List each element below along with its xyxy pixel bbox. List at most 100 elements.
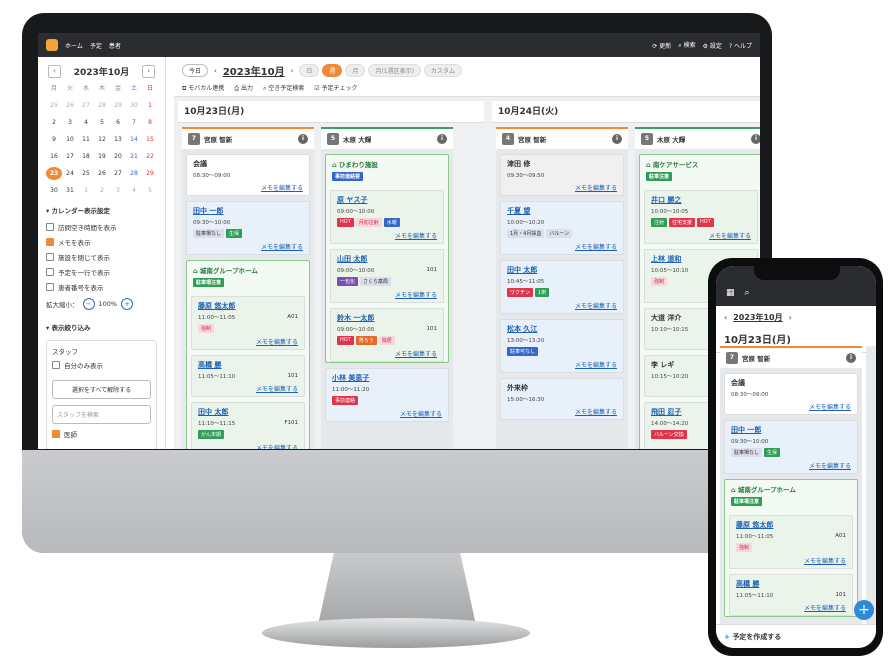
calendar-day[interactable]: 12 [94, 133, 110, 146]
facility-name[interactable]: 城南グループホーム [200, 267, 258, 275]
current-month[interactable]: 2023年10月 [223, 63, 285, 78]
patient-name[interactable]: 藤原 悠太郎 [736, 520, 846, 530]
view-option[interactable]: 週 [322, 64, 343, 77]
nav-schedule[interactable]: 予定 [90, 41, 102, 50]
next-button[interactable]: › [789, 313, 792, 322]
edit-memo-link[interactable]: メモを編集する [736, 603, 846, 612]
calendar-day[interactable]: 30 [46, 184, 62, 197]
calendar-day[interactable]: 29 [110, 99, 126, 112]
prev-month-button[interactable]: ‹ [48, 65, 61, 78]
info-icon[interactable]: i [846, 353, 856, 363]
info-icon[interactable]: i [612, 134, 622, 144]
info-icon[interactable]: i [298, 134, 308, 144]
schedule-card[interactable]: 津田 修 09:30〜09:50 メモを編集する [500, 154, 624, 196]
calendar-day[interactable]: 27 [110, 167, 126, 180]
patient-name[interactable]: 田中 太郎 [507, 265, 617, 275]
view-option[interactable]: 月(1週区表示) [368, 64, 421, 77]
deselect-all-button[interactable]: 選択をすべて解除する [52, 380, 151, 399]
schedule-card[interactable]: 田中 太郎 10:45〜11:05 ワクチン 1剤 メモを編集する [500, 260, 624, 314]
calendar-day[interactable]: 9 [46, 133, 62, 146]
edit-memo-link[interactable]: メモを編集する [198, 443, 298, 449]
prev-button[interactable]: ‹ [214, 67, 217, 75]
patient-name[interactable]: 田中 太郎 [198, 407, 298, 417]
schedule-card[interactable]: 高橋 勝 11:05〜11:10 101 メモを編集する [191, 355, 305, 397]
edit-memo-link[interactable]: メモを編集する [731, 461, 851, 470]
calendar-day[interactable]: 29 [142, 167, 158, 180]
schedule-card[interactable]: 原 ヤス子 09:00〜10:00 HOT 月初注射 水曜 メモを編集する [330, 190, 444, 244]
calendar-day[interactable]: 26 [94, 167, 110, 180]
search-button[interactable]: ⌕ 検索 [678, 40, 695, 50]
schedule-card[interactable]: 松本 久江 13:00〜13:20 駐車可なし メモを編集する [500, 319, 624, 373]
schedule-card[interactable]: 田中 一郎 09:30〜10:00 駐車場なし 生保 メモを編集する [186, 201, 310, 255]
patient-name[interactable]: 原 ヤス子 [337, 195, 437, 205]
edit-memo-link[interactable]: メモを編集する [736, 556, 846, 565]
schedule-card[interactable]: 鈴木 一太郎 09:00〜10:00 101 HOT 胃ろう 独居 メモを編集する [330, 308, 444, 362]
calendar-day[interactable]: 25 [78, 167, 94, 180]
schedule-card[interactable]: 小林 美恵子 11:00〜11:20 事前連絡 メモを編集する [325, 368, 449, 422]
schedule-card[interactable]: 会議 08:30〜09:00 メモを編集する [724, 373, 858, 415]
calendar-day[interactable]: 4 [126, 184, 142, 197]
patient-name[interactable]: 小林 美恵子 [332, 373, 442, 383]
prev-button[interactable]: ‹ [724, 313, 727, 322]
patient-name[interactable]: 会議 [731, 378, 851, 388]
info-icon[interactable]: i [437, 134, 447, 144]
schedule-card[interactable]: 藤原 悠太郎 11:00〜11:05 A01 強制 メモを編集する [191, 296, 305, 350]
edit-memo-link[interactable]: メモを編集する [731, 402, 851, 411]
calendar-day[interactable]: 16 [46, 150, 62, 163]
action-button[interactable]: ☑ 予定チェック [314, 83, 357, 93]
next-month-button[interactable]: › [141, 65, 155, 78]
action-button[interactable]: ⧉ モバカル連携 [182, 83, 224, 93]
nav-home[interactable]: ホーム [65, 41, 83, 50]
schedule-card[interactable]: 外来枠 15:00〜16:30 メモを編集する [500, 378, 624, 420]
edit-memo-link[interactable]: メモを編集する [507, 242, 617, 251]
facility-name[interactable]: ひまわり施設 [339, 161, 378, 169]
calendar-day[interactable]: 3 [110, 184, 126, 197]
patient-name[interactable]: 千夏 望 [507, 206, 617, 216]
patient-name[interactable]: 井口 勝之 [651, 195, 751, 205]
nav-patients[interactable]: 患者 [109, 41, 121, 50]
calendar-day[interactable]: 3 [62, 116, 78, 129]
calendar-day[interactable]: 1 [142, 99, 158, 112]
only-self-checkbox[interactable]: 自分のみ表示 [52, 356, 151, 374]
edit-memo-link[interactable]: メモを編集する [507, 183, 617, 192]
calendar-day[interactable]: 2 [94, 184, 110, 197]
calendar-day[interactable]: 14 [126, 133, 142, 146]
add-fab-button[interactable]: + [854, 600, 874, 620]
calendar-day[interactable]: 31 [62, 184, 78, 197]
edit-memo-link[interactable]: メモを編集する [337, 290, 437, 299]
calendar-day[interactable]: 28 [126, 167, 142, 180]
edit-memo-link[interactable]: メモを編集する [507, 301, 617, 310]
calendar-day[interactable]: 19 [94, 150, 110, 163]
edit-memo-link[interactable]: メモを編集する [198, 384, 298, 393]
patient-name[interactable]: 松本 久江 [507, 324, 617, 334]
patient-name[interactable]: 高橋 勝 [198, 360, 298, 370]
calendar-day[interactable]: 7 [126, 116, 142, 129]
patient-name[interactable]: 田中 一郎 [193, 206, 303, 216]
settings-option[interactable]: 訪問空き時間を表示 [38, 219, 165, 234]
edit-memo-link[interactable]: メモを編集する [332, 409, 442, 418]
calendar-day[interactable]: 17 [62, 150, 78, 163]
schedule-card[interactable]: 千夏 望 10:00〜10:20 1月・4月採血 バルーン メモを編集する [500, 201, 624, 255]
search-icon[interactable]: ⌕ [745, 288, 750, 298]
schedule-card[interactable]: 田中 一郎 09:30〜10:00 駐車場なし 生保 メモを編集する [724, 420, 858, 474]
calendar-day[interactable]: 2 [46, 116, 62, 129]
calendar-day[interactable]: 15 [142, 133, 158, 146]
calendar-icon[interactable]: ▦ [726, 288, 735, 298]
calendar-day[interactable]: 13 [110, 133, 126, 146]
calendar-day[interactable]: 5 [94, 116, 110, 129]
calendar-day[interactable]: 28 [94, 99, 110, 112]
calendar-day[interactable]: 20 [110, 150, 126, 163]
calendar-day[interactable]: 18 [78, 150, 94, 163]
calendar-day[interactable]: 27 [78, 99, 94, 112]
action-button[interactable]: ⎙ 出力 [234, 83, 253, 93]
app-logo-icon[interactable] [46, 39, 58, 51]
calendar-day[interactable]: 25 [46, 99, 62, 112]
view-option[interactable]: カスタム [423, 64, 462, 77]
settings-option[interactable]: 患者番号を表示 [38, 279, 165, 294]
view-option[interactable]: 月 [345, 64, 366, 77]
settings-button[interactable]: ⚙ 設定 [703, 41, 722, 50]
create-schedule-button[interactable]: + 予定を作成する [716, 624, 876, 648]
patient-name[interactable]: 会議 [193, 159, 303, 169]
patient-name[interactable]: 津田 修 [507, 159, 617, 169]
help-button[interactable]: ? ヘルプ [729, 41, 752, 50]
